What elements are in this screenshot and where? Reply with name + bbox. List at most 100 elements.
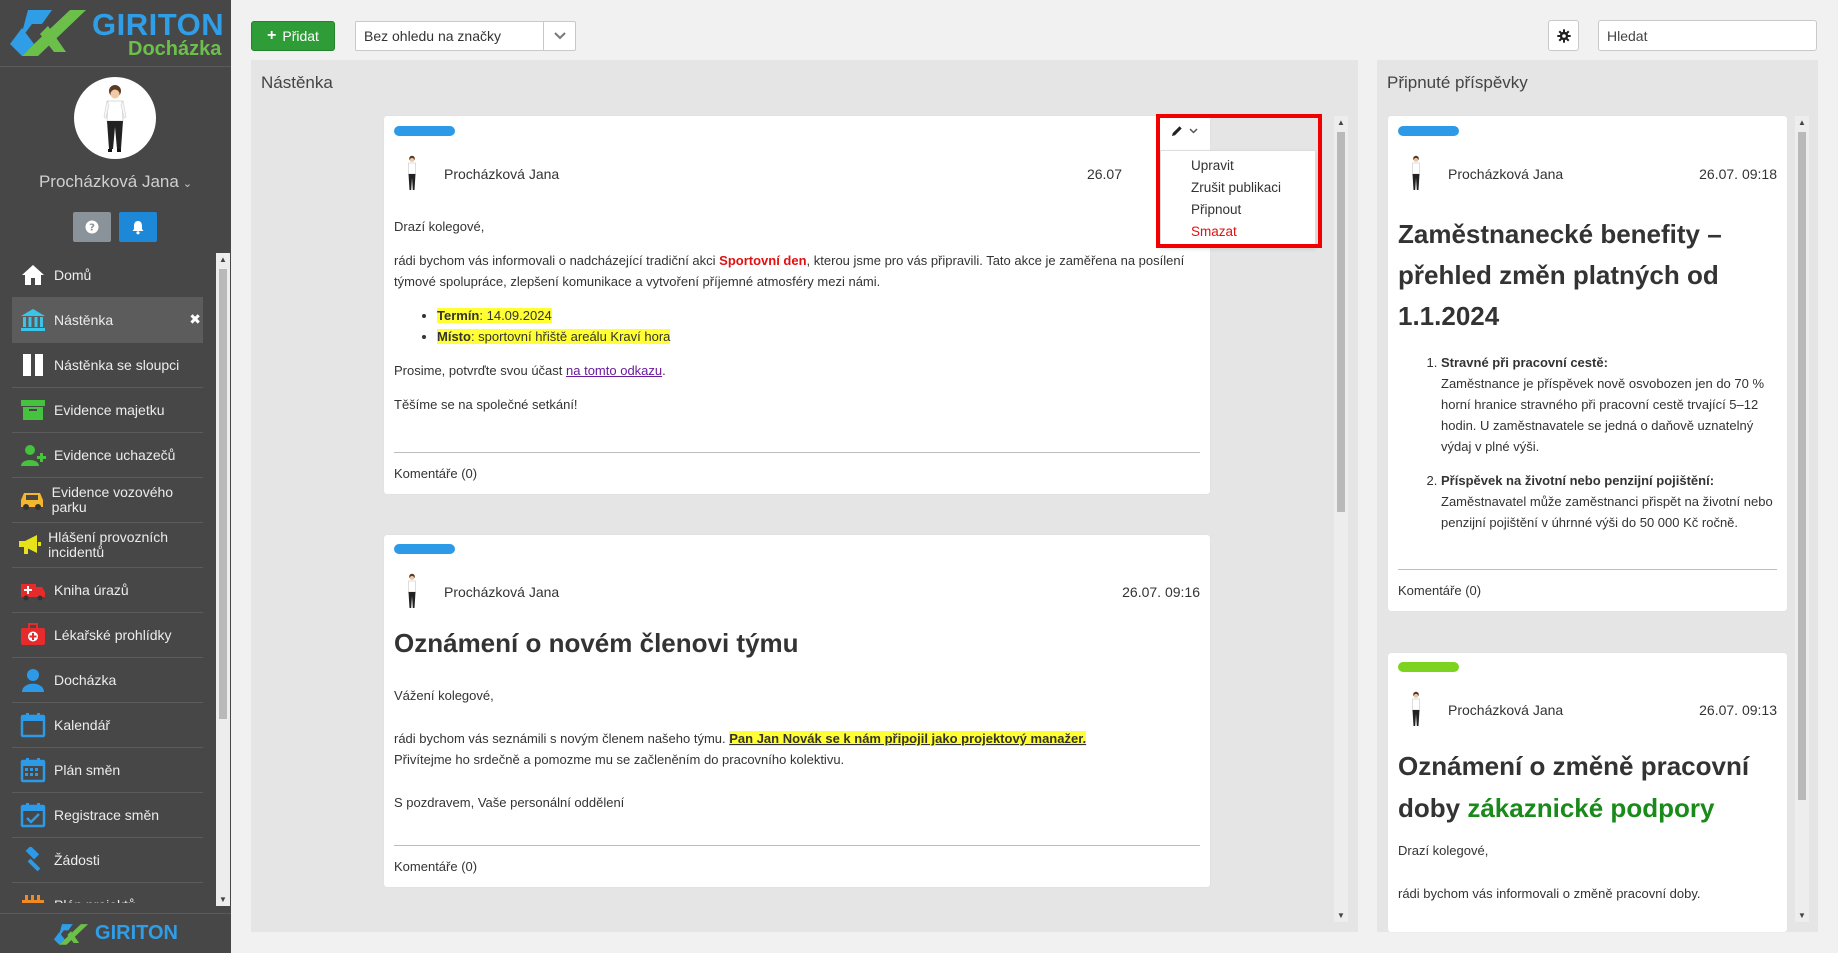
sidebar-item-label: Kniha úrazů [54,581,129,598]
scrollbar-thumb[interactable] [219,269,227,719]
tag-label-blue[interactable] [394,544,455,554]
item-value: : 14.09.2024 [479,308,552,323]
text: . [662,363,666,378]
search-input[interactable] [1598,20,1817,51]
post-meta: Procházková Jana 26.07. 09:18 [1398,154,1777,194]
comments-link[interactable]: Komentáře (0) [394,452,1200,481]
menu-item-unpublish[interactable]: Zrušit publikaci [1161,177,1315,199]
underlined-text: Pan Jan Novák se k nám připojil jako pro… [729,731,1087,746]
sidebar-item-medkit[interactable]: Lékařské prohlídky [12,613,203,658]
brand-logo[interactable]: GIRITON Docházka [0,0,231,66]
pinned-post-card: Procházková Jana 26.07. 09:18 Zaměstnane… [1388,116,1787,611]
calendar-check-icon [12,802,54,828]
post-author[interactable]: Procházková Jana [1448,166,1563,182]
pinned-panel: Připnuté příspěvky Procházková Jana 26.0… [1377,60,1818,932]
item-label: Termín [437,308,480,323]
add-button-label: Přidat [282,28,319,44]
scroll-down-arrow-icon[interactable]: ▼ [1337,911,1345,920]
sidebar-item-calendar-grid[interactable]: Plán směn [12,748,203,793]
sidebar-item-project[interactable]: Plán projektů [12,883,203,903]
sidebar-item-label: Žádosti [54,851,100,868]
sidebar-item-car[interactable]: Evidence vozového parku [12,478,203,523]
columns-icon [12,352,54,378]
post-title: Oznámení o změně pracovní doby zákaznick… [1398,745,1777,829]
pinned-scrollbar[interactable]: ▲ ▼ [1795,116,1809,922]
avatar[interactable] [74,77,156,159]
sidebar-item-archive-box[interactable]: Evidence majetku [12,388,203,433]
item-text: Zaměstnance je příspěvek nově osvobozen … [1441,376,1765,454]
highlight-text: Sportovní den [719,253,807,268]
menu-item-delete[interactable]: Smazat [1161,221,1315,243]
car-icon [12,487,52,513]
scroll-up-arrow-icon[interactable]: ▲ [1798,118,1806,127]
sidebar-item-label: Evidence majetku [54,401,165,418]
megaphone-icon [12,532,48,558]
settings-button[interactable] [1548,20,1579,51]
user-name: Procházková Jana [38,172,179,191]
scrollbar-thumb[interactable] [1337,132,1345,512]
highlighted-text: Termín: 14.09.2024 [437,308,552,323]
add-button[interactable]: + Přidat [251,21,335,51]
sidebar-item-ambulance[interactable]: Kniha úrazů [12,568,203,613]
menu-item-edit[interactable]: Upravit [1161,155,1315,177]
comments-link[interactable]: Komentáře (0) [394,845,1200,874]
tag-label-blue[interactable] [394,126,455,136]
highlighted-text: Pan Jan Novák se k nám připojil jako pro… [729,731,1087,746]
bell-icon [132,220,144,234]
notifications-button[interactable] [119,212,157,242]
sidebar-item-label: Evidence vozového parku [51,484,174,515]
post-author[interactable]: Procházková Jana [444,584,559,600]
post-title: Oznámení o novém členovi týmu [394,628,799,658]
event-details-list: Termín: 14.09.2024 Místo: sportovní hřiš… [394,305,1200,347]
sidebar-item-calendar-check[interactable]: Registrace směn [12,793,203,838]
help-button[interactable]: ? [73,212,111,242]
sidebar-item-columns[interactable]: Nástěnka se sloupci [12,343,203,388]
woman-avatar-icon [1412,691,1420,726]
confirm-link[interactable]: na tomto odkazu [566,363,662,378]
user-name-dropdown[interactable]: Procházková Jana ⌄ [0,172,231,192]
post-greeting: Drazí kolegové, [394,219,485,234]
sidebar-item-user[interactable]: Docházka [12,658,203,703]
scroll-down-arrow-icon[interactable]: ▼ [1798,911,1806,920]
post-date: 26.07. 09:13 [1699,702,1777,718]
tag-label-blue[interactable] [1398,126,1459,136]
sidebar-item-calendar[interactable]: Kalendář [12,703,203,748]
scroll-up-arrow-icon[interactable]: ▲ [1337,118,1345,127]
chevron-down-icon [543,22,575,50]
post-paragraph: rádi bychom vás seznámili s novým členem… [394,728,1200,770]
calendar-icon [12,712,54,738]
calendar-grid-icon [12,757,54,783]
list-item: Stravné při pracovní cestě: Zaměstnance j… [1441,352,1777,457]
text: Prosime, potvrďte svou účast [394,363,567,378]
sidebar-item-user-add[interactable]: Evidence uchazečů [12,433,203,478]
chevron-down-icon: ⌄ [182,178,193,190]
comments-link[interactable]: Komentáře (0) [1398,569,1777,598]
post-actions-toggle[interactable] [1162,118,1206,144]
plus-icon: + [267,27,277,44]
post-author[interactable]: Procházková Jana [444,166,559,182]
tag-label-green[interactable] [1398,662,1459,672]
woman-avatar-icon [408,155,416,190]
item-title: Stravné při pracovní cestě: [1441,355,1608,370]
footer-logo: GIRITON [0,913,231,953]
close-icon[interactable]: ✖ [189,311,201,328]
menu-item-pin[interactable]: Připnout [1161,199,1315,221]
board-scrollbar[interactable]: ▲ ▼ [1334,116,1348,922]
post-author[interactable]: Procházková Jana [1448,702,1563,718]
sidebar-scrollbar[interactable]: ▲ ▼ [216,253,230,906]
woman-avatar-icon [408,573,416,608]
post-date: 26.07. 09:16 [1122,584,1200,600]
item-value: : sportovní hřiště areálu Kraví hora [470,329,671,344]
scrollbar-thumb[interactable] [1798,132,1806,800]
scroll-up-arrow-icon[interactable]: ▲ [219,255,227,264]
tag-filter-select[interactable]: Bez ohledu na značky [355,21,576,51]
sidebar-item-home[interactable]: Domů [12,253,203,298]
post-date: 26.07 [1086,166,1122,182]
scroll-down-arrow-icon[interactable]: ▼ [219,895,227,904]
question-icon: ? [85,220,99,234]
sidebar-item-megaphone[interactable]: Hlášení provozních incidentů [12,523,203,568]
highlighted-text: Místo: sportovní hřiště areálu Kraví hor… [437,329,671,344]
sidebar-item-bank[interactable]: Nástěnka ✖ [12,298,203,343]
post-meta: Procházková Jana 26.07. 09:16 [394,572,1200,612]
sidebar-item-gavel[interactable]: Žádosti [12,838,203,883]
